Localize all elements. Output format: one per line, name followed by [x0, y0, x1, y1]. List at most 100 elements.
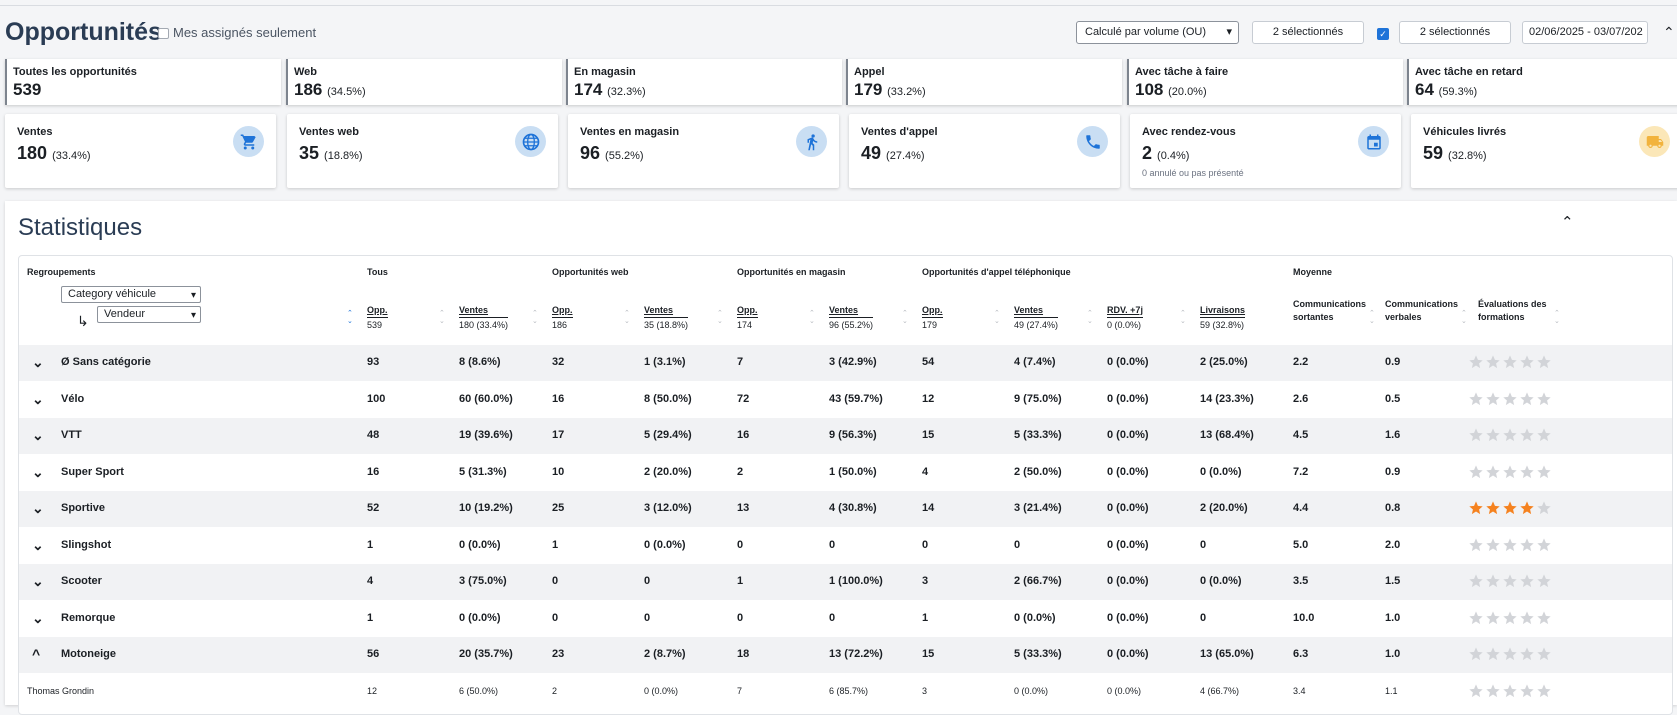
table-row[interactable]: ⌄ Scooter 4 3 (75.0%) 0 0 1 1 (100.0%) 3 2 (66.7%…	[19, 564, 1672, 600]
grouping-select-secondary[interactable]: Vendeur ▾	[97, 306, 201, 323]
table-cell: 12	[367, 685, 378, 696]
star-icon	[1485, 610, 1501, 626]
average-column-header[interactable]: Communications verbales	[1385, 298, 1471, 324]
chevron-down-icon[interactable]: ⌄	[32, 427, 44, 444]
table-row[interactable]: ⌄ Ø Sans catégorie 93 8 (8.6%) 32 1 (3.1%) 7 3 …	[19, 345, 1672, 381]
mine-only-checkbox[interactable]	[158, 28, 169, 39]
column-header[interactable]: Opp. 179	[922, 305, 943, 331]
table-subrow[interactable]: Thomas Grondin 12 6 (50.0%) 2 0 (0.0%) 7 6 (85…	[19, 674, 1672, 710]
metric-card[interactable]: Ventes d'appel 49 (27.4%)	[849, 114, 1120, 188]
chevron-down-icon[interactable]: ⌄	[32, 500, 44, 517]
table-row[interactable]: ⌄ Remorque 1 0 (0.0%) 0 0 0 0 1 0 (0.0%) 0 (0.0%) 0…	[19, 601, 1672, 637]
chevron-down-icon[interactable]: ⌄	[32, 573, 44, 590]
star-icon	[1485, 500, 1501, 516]
sort-toggle-icon[interactable]: ⌃ ⌄	[717, 310, 723, 326]
summary-card[interactable]: Web 186 (34.5%)	[286, 59, 562, 105]
summary-card-value: 64 (59.3%)	[1415, 80, 1477, 100]
chevron-down-icon[interactable]: ⌄	[32, 610, 44, 627]
star-icon	[1468, 573, 1484, 589]
star-icon	[1485, 391, 1501, 407]
table-cell: 2 (20.0%)	[1200, 502, 1248, 514]
table-row[interactable]: ⌄ Super Sport 16 5 (31.3%) 10 2 (20.0%) 2 1 (50…	[19, 455, 1672, 491]
mine-only-label[interactable]: Mes assignés seulement	[173, 25, 316, 40]
table-row[interactable]: ^ Motoneige 56 20 (35.7%) 23 2 (8.7%) 18 13 (72…	[19, 637, 1672, 673]
summary-card[interactable]: Toutes les opportunités 539	[5, 59, 281, 105]
metric-card[interactable]: Ventes en magasin 96 (55.2%)	[568, 114, 839, 188]
collapse-statistics-icon[interactable]: ⌃	[1561, 213, 1574, 231]
column-header[interactable]: Opp. 186	[552, 305, 573, 331]
column-header[interactable]: Ventes 49 (27.4%)	[1014, 305, 1059, 331]
metric-card-percent: (33.4%)	[52, 150, 91, 162]
table-cell: 4	[922, 465, 929, 478]
summary-card-value: 186 (34.5%)	[294, 80, 366, 100]
top-divider	[0, 5, 1677, 6]
table-cell: 15	[922, 429, 935, 441]
sort-toggle-icon[interactable]: ⌃ ⌄	[347, 310, 353, 326]
chevron-down-icon[interactable]: ⌄	[32, 354, 44, 371]
rating-stars	[1468, 683, 1553, 701]
metric-card[interactable]: Ventes 180 (33.4%)	[5, 114, 276, 188]
grouping-select-primary[interactable]: Category véhicule ▾	[61, 286, 201, 303]
metric-card-percent: (18.8%)	[324, 150, 363, 162]
metric-card[interactable]: Véhicules livrés 59 (32.8%)	[1411, 114, 1677, 188]
table-cell: 0	[552, 575, 559, 587]
metric-card[interactable]: Avec rendez-vous 2 (0.4%) 0 annulé ou pas …	[1130, 114, 1401, 188]
table-cell: 0	[737, 538, 744, 551]
sort-toggle-icon[interactable]: ⌃ ⌄	[994, 310, 1000, 326]
selection-button-2[interactable]: 2 sélectionnés	[1399, 21, 1511, 44]
sort-toggle-icon[interactable]: ⌃ ⌄	[1087, 310, 1093, 326]
date-range-input[interactable]: 02/06/2025 - 03/07/202	[1522, 21, 1648, 44]
chevron-down-icon[interactable]: ⌄	[32, 464, 44, 481]
table-row[interactable]: ⌄ Slingshot 1 0 (0.0%) 1 0 (0.0%) 0 0 0 0 0 (0.0%)…	[19, 528, 1672, 564]
average-column-header[interactable]: Évaluations des formations	[1478, 298, 1564, 324]
column-header[interactable]: Opp. 539	[367, 305, 388, 331]
table-cell: 93	[367, 356, 380, 368]
table-cell: 2 (50.0%)	[1014, 465, 1062, 478]
summary-card[interactable]: En magasin 174 (32.3%)	[566, 59, 842, 105]
calculation-select[interactable]: Calculé par volume (OU) ▾	[1076, 21, 1239, 44]
table-cell: 2	[552, 685, 558, 696]
table-cell: 2 (66.7%)	[1014, 575, 1062, 587]
table-cell: 1.0	[1385, 648, 1401, 660]
collapse-header-icon[interactable]: ⌃	[1663, 24, 1675, 41]
star-icon	[1519, 610, 1535, 626]
star-icon	[1536, 500, 1552, 516]
sort-toggle-icon[interactable]: ⌃ ⌄	[532, 310, 538, 326]
star-icon	[1502, 354, 1518, 370]
chevron-down-icon[interactable]: ⌄	[32, 391, 44, 408]
metric-card-percent: (0.4%)	[1157, 150, 1190, 162]
sort-toggle-icon[interactable]: ⌃ ⌄	[624, 310, 630, 326]
table-row[interactable]: ⌄ Vélo 100 60 (60.0%) 16 8 (50.0%) 72 43 (59.7%…	[19, 382, 1672, 418]
filter-checkbox[interactable]: ✓	[1377, 28, 1389, 40]
star-icon	[1468, 537, 1484, 553]
sort-toggle-icon[interactable]: ⌃ ⌄	[902, 310, 908, 326]
column-header[interactable]: Opp. 174	[737, 305, 758, 331]
sort-toggle-icon[interactable]: ⌃ ⌄	[439, 310, 445, 326]
column-header[interactable]: Livraisons 59 (32.8%)	[1200, 305, 1246, 331]
average-column-header[interactable]: Communications sortantes	[1293, 298, 1379, 324]
chevron-up-icon[interactable]: ^	[32, 646, 40, 662]
table-row[interactable]: ⌄ VTT 48 19 (39.6%) 17 5 (29.4%) 16 9 (56.3%) 15…	[19, 418, 1672, 454]
summary-card-percent: (34.5%)	[327, 86, 366, 98]
metric-card[interactable]: Ventes web 35 (18.8%)	[287, 114, 558, 188]
star-icon	[1519, 427, 1535, 443]
table-cell: 4.4	[1293, 502, 1309, 514]
sort-toggle-icon[interactable]: ⌃ ⌄	[1180, 310, 1186, 326]
summary-card[interactable]: Avec tâche à faire 108 (20.0%)	[1127, 59, 1403, 105]
sort-toggle-icon[interactable]: ⌃ ⌄	[809, 310, 815, 326]
column-header[interactable]: Ventes 35 (18.8%)	[644, 305, 689, 331]
metric-card-count: 2	[1142, 143, 1153, 163]
table-cell: 9 (56.3%)	[829, 429, 877, 441]
selection-button-1[interactable]: 2 sélectionnés	[1252, 21, 1364, 44]
column-header[interactable]: RDV. +7j 0 (0.0%)	[1107, 305, 1143, 331]
column-header-label: Ventes	[644, 305, 674, 315]
column-header-total: 174	[737, 317, 758, 331]
table-row[interactable]: ⌄ Sportive 52 10 (19.2%) 25 3 (12.0%) 13 4 (30.…	[19, 491, 1672, 527]
column-header-total: 186	[552, 317, 573, 331]
summary-card[interactable]: Appel 179 (33.2%)	[846, 59, 1122, 105]
column-header[interactable]: Ventes 96 (55.2%)	[829, 305, 874, 331]
star-icon	[1519, 646, 1535, 662]
summary-card[interactable]: Avec tâche en retard 64 (59.3%)	[1407, 59, 1677, 105]
chevron-down-icon[interactable]: ⌄	[32, 537, 44, 554]
column-header[interactable]: Ventes 180 (33.4%)	[459, 305, 509, 331]
